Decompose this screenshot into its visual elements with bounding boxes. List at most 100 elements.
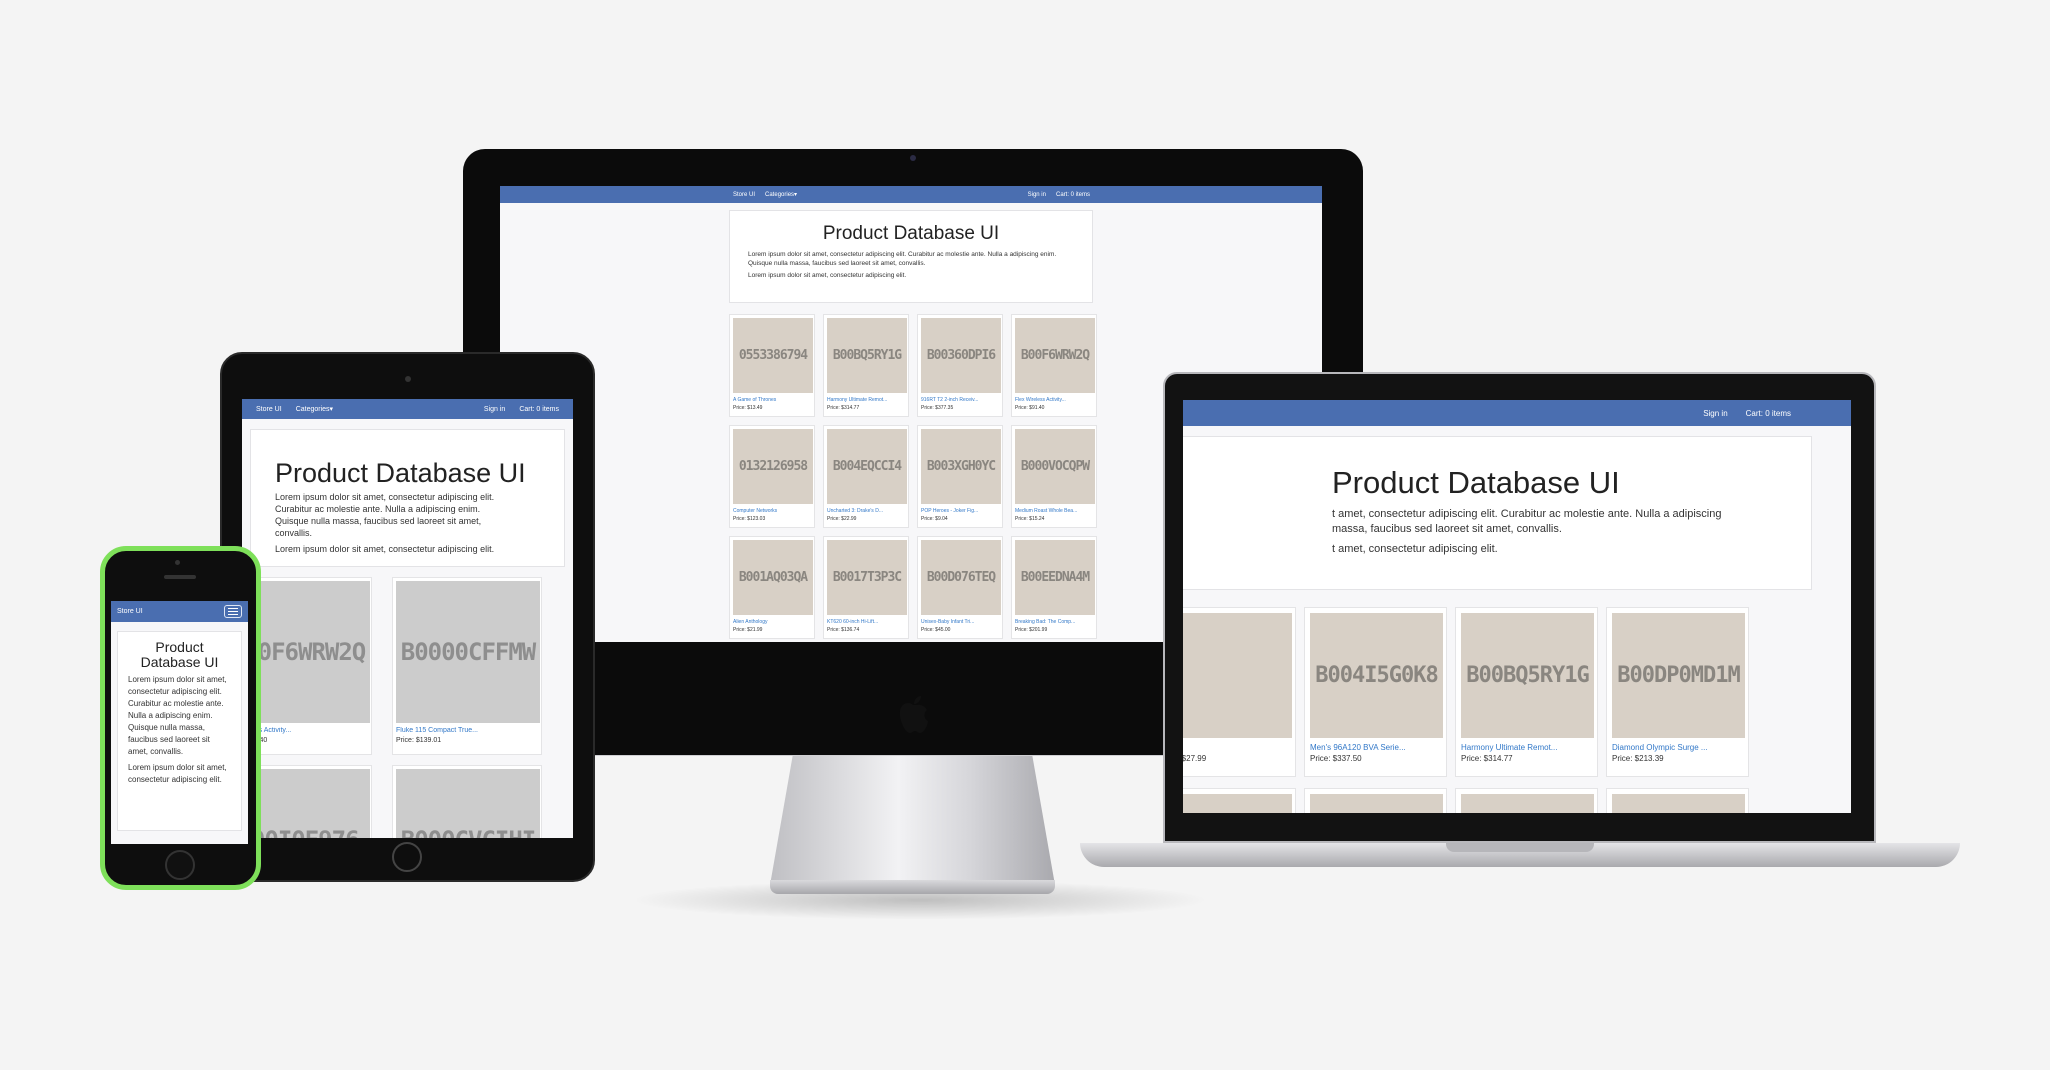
- product-card[interactable]: B00F6WRW2Q Flex Wireless Activity... Price…: [1011, 314, 1097, 417]
- product-price: Price: $45.00: [921, 627, 951, 633]
- product-price: Price: $136.74: [827, 627, 860, 633]
- product-price: Price: $15.24: [1015, 516, 1045, 522]
- cart-link[interactable]: Cart: 0 items: [519, 406, 559, 413]
- product-name-link[interactable]: Harmony Ultimate Remot...: [1461, 743, 1594, 752]
- brand-link[interactable]: Store UI: [733, 192, 755, 198]
- product-name-link[interactable]: A Game of Thrones: [733, 397, 813, 403]
- product-card[interactable]: B001AQ03QA Alien Anthology Price: $21.99: [729, 536, 815, 639]
- imac-camera-icon: [910, 155, 916, 161]
- product-name-link[interactable]: Men's 96A120 BVA Serie...: [1310, 743, 1443, 752]
- product-name-link[interactable]: Alien Anthology: [733, 619, 813, 625]
- product-image[interactable]: B004I5G0K8: [1310, 613, 1443, 738]
- product-card[interactable]: B003XGH0YC POP Heroes - Joker Fig... Price…: [917, 425, 1003, 528]
- laptop-notch: [1446, 843, 1594, 852]
- product-image[interactable]: B0000CFFMW: [396, 581, 540, 723]
- product-card[interactable]: B00F6WRW2Qex Wireless Activity...Price: …: [242, 577, 372, 755]
- product-image[interactable]: [1461, 794, 1594, 813]
- product-image[interactable]: B00BQ5RY1G: [1461, 613, 1594, 738]
- product-image[interactable]: B00DP0MD1M: [1612, 613, 1745, 738]
- product-image[interactable]: [1310, 794, 1443, 813]
- navbar: Store UI: [111, 601, 248, 622]
- product-name-link[interactable]: Diamond Olympic Surge ...: [1612, 743, 1745, 752]
- product-name-link[interactable]: ex Wireless Activity...: [242, 727, 370, 734]
- product-name-link[interactable]: Fluke 115 Compact True...: [396, 727, 540, 734]
- product-image[interactable]: 0553386794: [733, 318, 813, 393]
- jumbotron-text: t amet, consectetur adipiscing elit.: [1332, 543, 1498, 555]
- product-card[interactable]: B0017T3P3C KT620 60-inch Hi-Lift... Price:…: [823, 536, 909, 639]
- product-card[interactable]: Price: $27.99: [1183, 607, 1296, 777]
- product-image[interactable]: B00360DPI6: [921, 318, 1001, 393]
- sign-in-link[interactable]: Sign in: [1703, 409, 1727, 418]
- product-card[interactable]: B00EEDNA4M Breaking Bad: The Comp... Price…: [1011, 536, 1097, 639]
- jumbotron-text: Lorem ipsum dolor sit amet, consectetur …: [275, 544, 495, 554]
- product-card[interactable]: [1304, 788, 1447, 813]
- product-card[interactable]: [1455, 788, 1598, 813]
- product-card[interactable]: 0132126958 Computer Networks Price: $123.0…: [729, 425, 815, 528]
- hamburger-menu-icon[interactable]: [224, 605, 242, 618]
- product-price: Price: $9.04: [921, 516, 948, 522]
- product-image[interactable]: [1612, 794, 1745, 813]
- product-image[interactable]: B000CVCIHI: [396, 769, 540, 838]
- product-name-link[interactable]: KT620 60-inch Hi-Lift...: [827, 619, 907, 625]
- product-price: Price: $22.99: [827, 516, 857, 522]
- brand-link[interactable]: Store UI: [117, 608, 143, 615]
- product-card[interactable]: B00BQ5RY1G Harmony Ultimate Remot... Price…: [1455, 607, 1598, 777]
- jumbotron: Product Database UI t amet, consectetur …: [1183, 436, 1812, 590]
- product-card[interactable]: B00360DPI6 916RT T2 2-inch Receiv... Price…: [917, 314, 1003, 417]
- product-price: Price: $21.99: [733, 627, 763, 633]
- product-image[interactable]: B00F6WRW2Q: [242, 581, 370, 723]
- product-name-link[interactable]: 916RT T2 2-inch Receiv...: [921, 397, 1001, 403]
- product-image[interactable]: B00D076TEQ: [921, 540, 1001, 615]
- tablet-camera-icon: [405, 376, 411, 382]
- product-card[interactable]: 0553386794 A Game of Thrones Price: $13.49: [729, 314, 815, 417]
- product-image[interactable]: B00BQ5RY1G: [827, 318, 907, 393]
- product-price: Price: $337.50: [1310, 754, 1362, 763]
- product-image[interactable]: B0017T3P3C: [827, 540, 907, 615]
- product-image[interactable]: B00F6WRW2Q: [1015, 318, 1095, 393]
- product-image[interactable]: B00EEDNA4M: [1015, 540, 1095, 615]
- product-card[interactable]: B0000CFFMW Fluke 115 Compact True... Price…: [392, 577, 542, 755]
- cart-link[interactable]: Cart: 0 items: [1056, 192, 1090, 198]
- product-price: Price: $13.49: [733, 405, 763, 411]
- categories-dropdown[interactable]: Categories▾: [296, 405, 333, 413]
- sign-in-link[interactable]: Sign in: [484, 406, 505, 413]
- product-image[interactable]: B00I0E976: [242, 769, 370, 838]
- product-card[interactable]: B00I0E976: [242, 765, 372, 838]
- product-name-link[interactable]: Unisex-Baby Infant Tri...: [921, 619, 1001, 625]
- product-card[interactable]: [1183, 788, 1296, 813]
- product-card[interactable]: B004I5G0K8 Men's 96A120 BVA Serie... Price…: [1304, 607, 1447, 777]
- page-title: Product Database UI: [140, 639, 219, 670]
- brand-link[interactable]: Store UI: [256, 406, 282, 413]
- apple-logo-icon: [895, 693, 931, 737]
- product-card[interactable]: B00DP0MD1M Diamond Olympic Surge ... Price…: [1606, 607, 1749, 777]
- sign-in-link[interactable]: Sign in: [1028, 192, 1046, 198]
- product-card[interactable]: [1606, 788, 1749, 813]
- product-name-link[interactable]: Medium Roast Whole Bea...: [1015, 508, 1095, 514]
- product-card[interactable]: B000CVCIHI: [392, 765, 542, 838]
- product-name-link[interactable]: POP Heroes - Joker Fig...: [921, 508, 1001, 514]
- tablet-screen: Store UI Categories▾ Sign in Cart: 0 ite…: [242, 399, 573, 838]
- product-image[interactable]: 0132126958: [733, 429, 813, 504]
- product-name-link[interactable]: Flex Wireless Activity...: [1015, 397, 1095, 403]
- cart-link[interactable]: Cart: 0 items: [1746, 409, 1791, 418]
- phone-home-button[interactable]: [165, 850, 195, 880]
- product-card[interactable]: B00BQ5RY1G Harmony Ultimate Remot... Price…: [823, 314, 909, 417]
- laptop-screen: Sign in Cart: 0 items Product Database U…: [1183, 400, 1851, 813]
- product-image[interactable]: [1183, 794, 1292, 813]
- product-name-link[interactable]: Breaking Bad: The Comp...: [1015, 619, 1095, 625]
- product-name-link[interactable]: Harmony Ultimate Remot...: [827, 397, 907, 403]
- product-image[interactable]: B001AQ03QA: [733, 540, 813, 615]
- tablet-home-button[interactable]: [392, 842, 422, 872]
- product-card[interactable]: B004EQCCI4 Uncharted 3: Drake's D... Price…: [823, 425, 909, 528]
- product-image[interactable]: B003XGH0YC: [921, 429, 1001, 504]
- product-image[interactable]: [1183, 613, 1292, 738]
- categories-dropdown[interactable]: Categories▾: [765, 191, 797, 198]
- product-image[interactable]: B000VOCQPW: [1015, 429, 1095, 504]
- product-name-link[interactable]: Uncharted 3: Drake's D...: [827, 508, 907, 514]
- product-card[interactable]: B000VOCQPW Medium Roast Whole Bea... Price…: [1011, 425, 1097, 528]
- product-card[interactable]: B00D076TEQ Unisex-Baby Infant Tri... Price…: [917, 536, 1003, 639]
- product-image[interactable]: B004EQCCI4: [827, 429, 907, 504]
- product-price: Price: $314.77: [827, 405, 860, 411]
- product-name-link[interactable]: Computer Networks: [733, 508, 813, 514]
- page-title: Product Database UI: [1332, 465, 1620, 500]
